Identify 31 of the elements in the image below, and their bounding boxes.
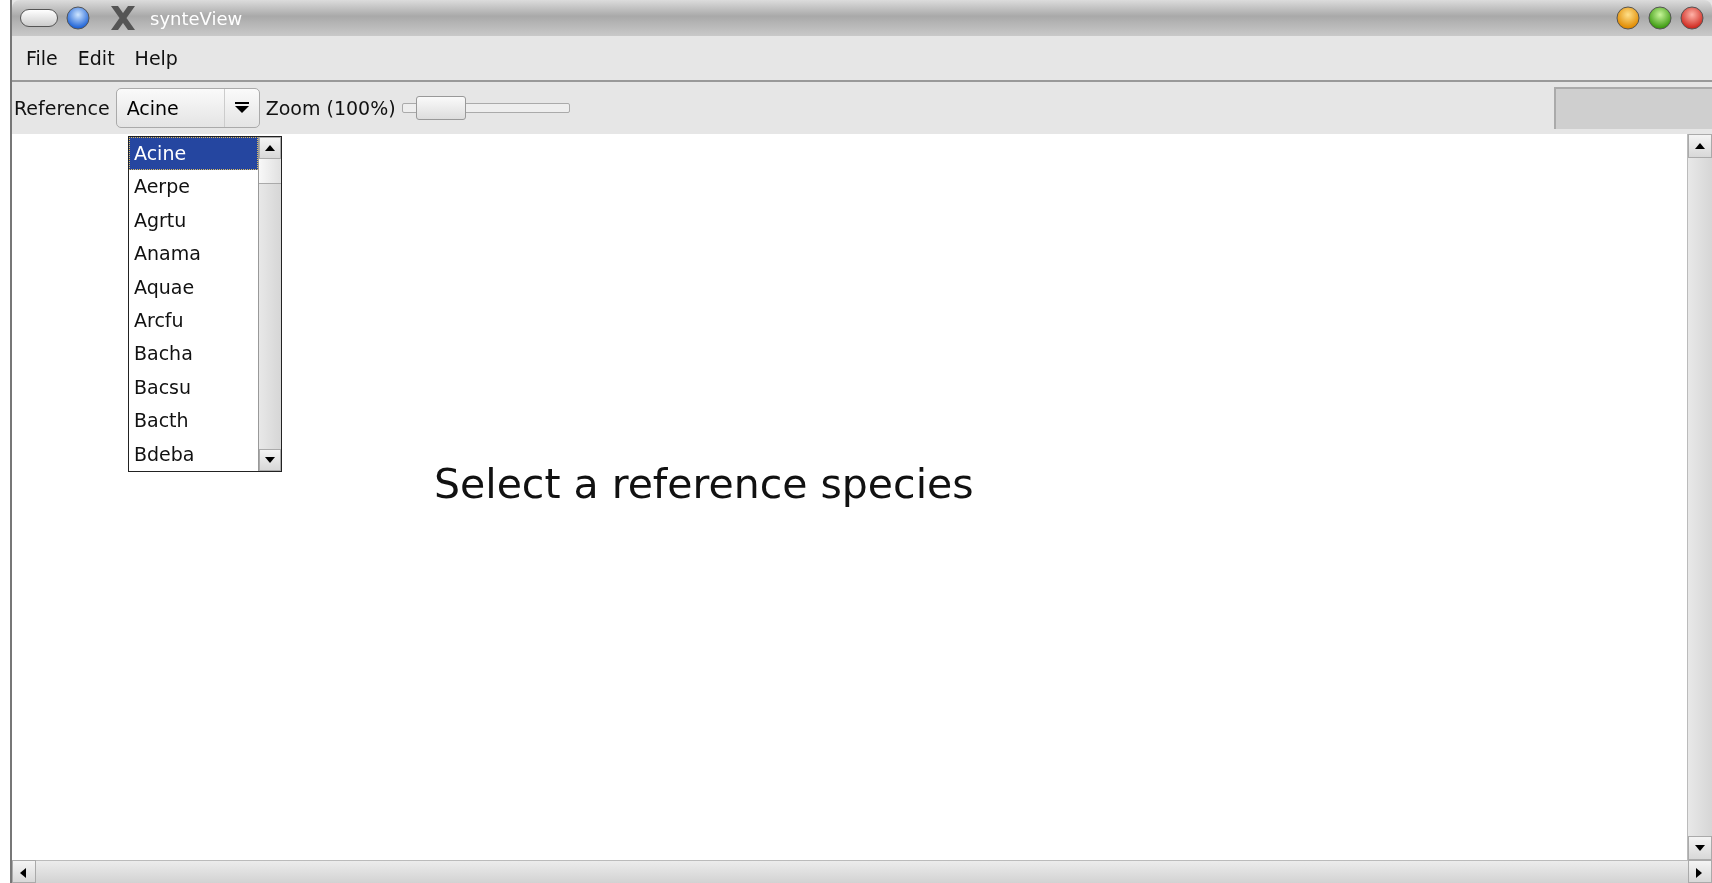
window-title: synteView (150, 7, 243, 29)
reference-dropdown[interactable]: Acine (115, 88, 260, 128)
slider-thumb[interactable] (415, 96, 466, 120)
zoom-label: Zoom (100%) (265, 97, 396, 119)
list-item[interactable]: Bacth (129, 404, 258, 438)
maximize-button[interactable] (1648, 6, 1672, 30)
list-scrollbar[interactable] (258, 137, 281, 471)
horizontal-scrollbar[interactable] (12, 860, 1712, 883)
scroll-thumb[interactable] (259, 159, 281, 184)
dropdown-arrow-icon (233, 101, 250, 115)
x-logo-icon (108, 4, 138, 32)
minimize-button[interactable] (66, 6, 90, 30)
list-item[interactable]: Acine (129, 137, 258, 171)
list-item[interactable]: Arcfu (129, 303, 258, 338)
list-item[interactable]: Bacsu (129, 370, 258, 405)
reference-label: Reference (14, 97, 110, 119)
menu-item[interactable]: File (18, 43, 66, 73)
list-item[interactable]: Bacha (129, 337, 258, 371)
shade-window-button[interactable] (1616, 6, 1640, 30)
vertical-scrollbar[interactable] (1687, 134, 1712, 860)
list-item[interactable]: Anama (129, 237, 258, 271)
menu-item[interactable]: Edit (69, 43, 123, 73)
list-item[interactable]: Aquae (129, 270, 258, 304)
zoom-slider[interactable] (401, 96, 570, 120)
shade-button[interactable] (20, 9, 58, 27)
list-item[interactable]: Agrtu (129, 203, 258, 238)
canvas-message: Select a reference species (434, 460, 974, 508)
close-button[interactable] (1680, 6, 1704, 30)
list-item[interactable]: Bdeba (129, 437, 258, 471)
menu-item[interactable]: Help (126, 43, 186, 73)
list-item[interactable]: Aerpe (129, 170, 258, 204)
